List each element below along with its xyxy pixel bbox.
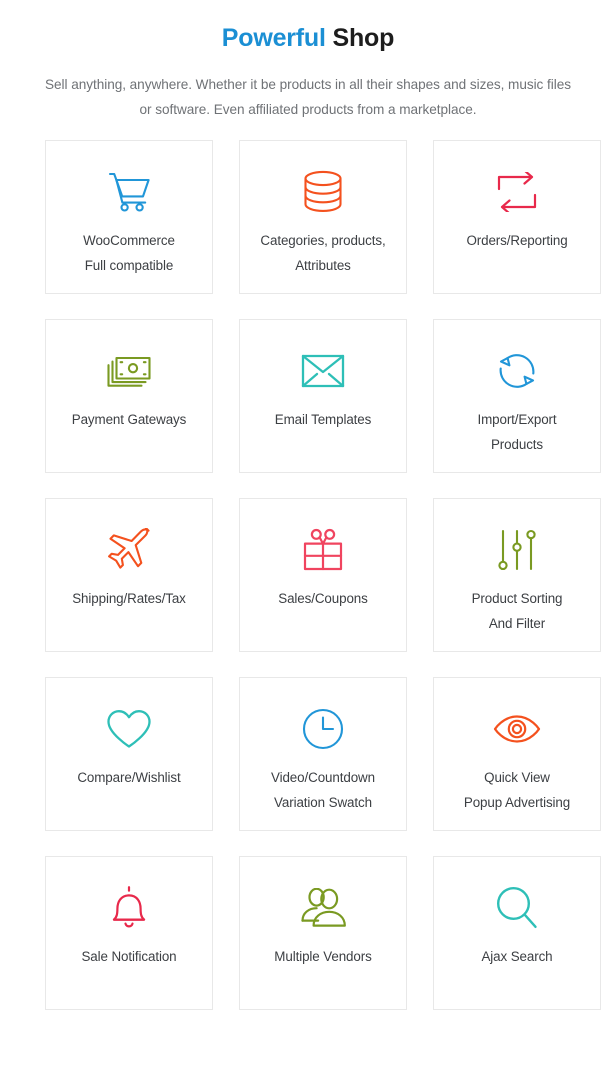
feature-card-label: Quick View Popup Advertising [458,765,576,815]
feature-card[interactable]: Shipping/Rates/Tax [45,498,213,652]
feature-card[interactable]: WooCommerce Full compatible [45,140,213,294]
page-header: Powerful Shop Sell anything, anywhere. W… [0,0,616,122]
feature-card-label: Video/Countdown Variation Swatch [265,765,381,815]
feature-card-label-line2: Products [490,437,544,452]
feature-card-label: Email Templates [269,407,378,432]
feature-card-label: WooCommerce Full compatible [77,228,181,278]
feature-card[interactable]: Sale Notification [45,856,213,1010]
feature-card-label-line1: Email Templates [274,412,372,427]
feature-card-label-line1: Import/Export [477,412,557,427]
heart-icon [106,703,152,755]
feature-grid-page: Powerful Shop Sell anything, anywhere. W… [0,0,616,1073]
feature-card-label-line2: Variation Swatch [274,795,372,810]
feature-card-label-line1: Orders/Reporting [466,233,568,248]
users-group-icon [300,882,346,934]
feature-card[interactable]: Import/Export Products [433,319,601,473]
feature-card-label-line1: WooCommerce [83,233,175,248]
eye-icon [493,703,541,755]
feature-card-label: Categories, products, Attributes [254,228,391,278]
feature-card-label: Shipping/Rates/Tax [66,586,192,611]
feature-card[interactable]: Quick View Popup Advertising [433,677,601,831]
feature-grid-wrapper: WooCommerce Full compatible Categories, pr… [0,122,616,1010]
feature-card-label-line2: And Filter [488,616,546,631]
exchange-arrows-icon [494,166,540,218]
feature-card-label-line1: Shipping/Rates/Tax [72,591,186,606]
shopping-cart-icon [106,166,152,218]
refresh-circle-icon [495,345,539,397]
feature-card[interactable]: Ajax Search [433,856,601,1010]
feature-card[interactable]: Orders/Reporting [433,140,601,294]
feature-card-label: Sales/Coupons [272,586,374,611]
feature-card-label-line1: Product Sorting [471,591,563,606]
bell-icon [109,882,149,934]
feature-grid: WooCommerce Full compatible Categories, pr… [15,122,601,1010]
page-subtitle: Sell anything, anywhere. Whether it be p… [45,77,571,117]
feature-card[interactable]: Compare/Wishlist [45,677,213,831]
page-title-plain: Shop [332,24,395,52]
feature-card[interactable]: Sales/Coupons [239,498,407,652]
page-title: Powerful Shop [0,22,616,54]
feature-card-label-line1: Multiple Vendors [274,949,372,964]
feature-card[interactable]: Categories, products, Attributes [239,140,407,294]
airplane-icon [106,524,152,576]
magnifier-icon [496,882,538,934]
feature-card-label: Multiple Vendors [268,944,377,969]
feature-card-label: Product Sorting And Filter [466,586,569,636]
feature-card-label-line1: Video/Countdown [271,770,375,785]
feature-card-label: Import/Export Products [471,407,562,457]
feature-card-label-line1: Quick View [484,770,550,785]
clock-icon [302,703,344,755]
page-title-accent: Powerful [221,24,326,52]
database-stack-icon [302,166,344,218]
feature-card-label-line1: Ajax Search [481,949,553,964]
banknotes-icon [106,345,152,397]
feature-card-label-line2: Attributes [295,258,351,273]
feature-card[interactable]: Multiple Vendors [239,856,407,1010]
feature-card-label-line2: Full compatible [84,258,174,273]
feature-card[interactable]: Product Sorting And Filter [433,498,601,652]
feature-card[interactable]: Payment Gateways [45,319,213,473]
envelope-icon [301,345,345,397]
feature-card-label: Sale Notification [75,944,182,969]
gift-box-icon [302,524,344,576]
sliders-icon [497,524,537,576]
feature-card-label-line1: Compare/Wishlist [77,770,181,785]
feature-card[interactable]: Video/Countdown Variation Swatch [239,677,407,831]
feature-card-label: Compare/Wishlist [71,765,186,790]
feature-card-label-line1: Payment Gateways [71,412,187,427]
feature-card-label: Ajax Search [475,944,558,969]
feature-card-label-line1: Sale Notification [81,949,177,964]
feature-card-label-line1: Sales/Coupons [278,591,368,606]
feature-card-label-line2: Popup Advertising [463,795,571,810]
feature-card[interactable]: Email Templates [239,319,407,473]
feature-card-label: Payment Gateways [66,407,193,432]
feature-card-label-line1: Categories, products, [260,233,386,248]
feature-card-label: Orders/Reporting [460,228,573,253]
